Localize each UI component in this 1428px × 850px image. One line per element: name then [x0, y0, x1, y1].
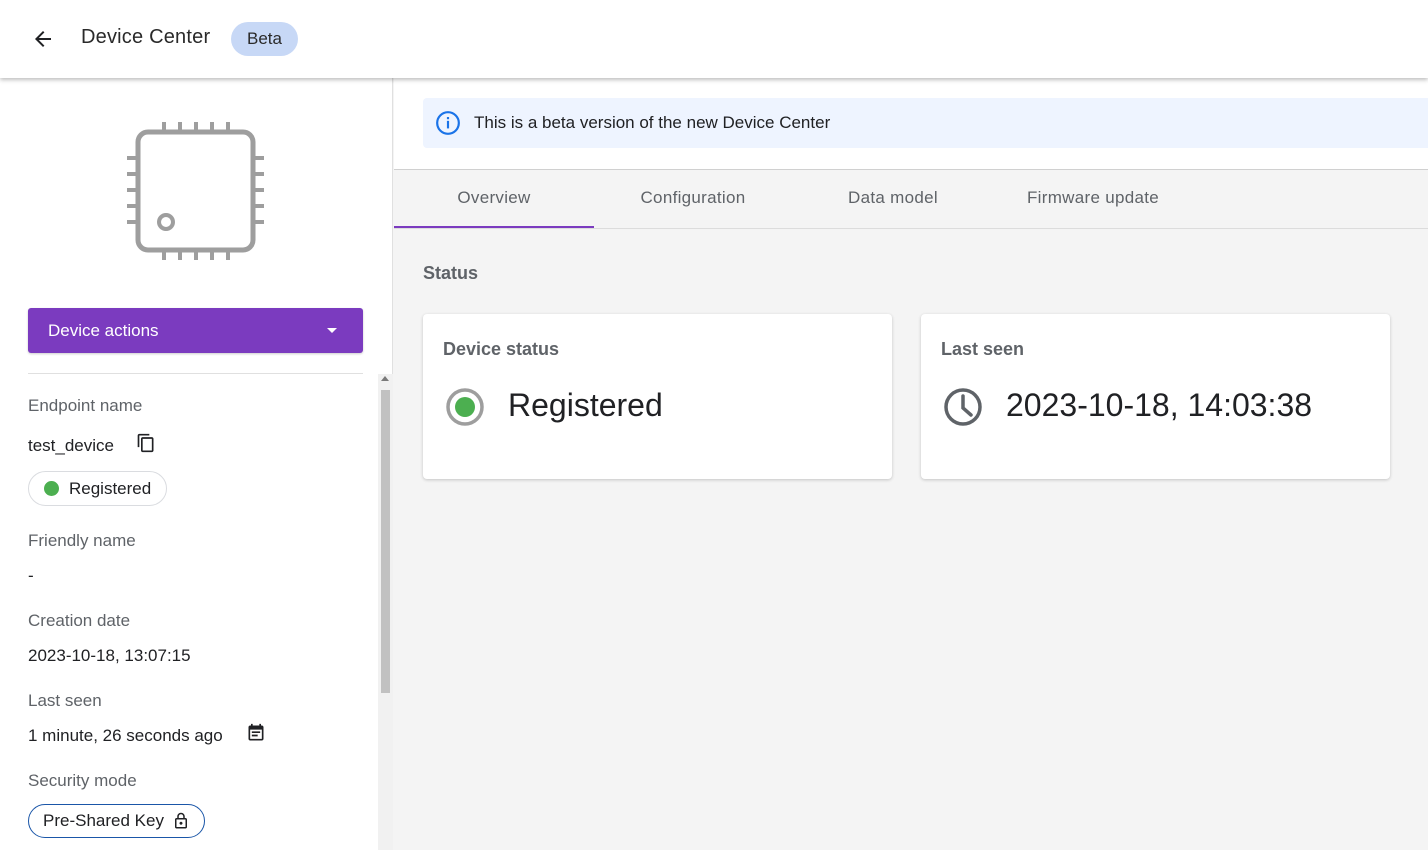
back-button[interactable] [26, 22, 60, 56]
lock-icon [174, 812, 187, 829]
scroll-thumb[interactable] [381, 390, 390, 693]
device-status-card: Device status Registered [423, 314, 892, 479]
tab-firmware-update[interactable]: Firmware update [993, 170, 1193, 228]
device-actions-label: Device actions [48, 320, 159, 340]
event-note-icon[interactable] [246, 723, 266, 743]
device-status-card-title: Device status [443, 339, 560, 359]
last-seen-card: Last seen 2023-10-18, 14:03:38 [921, 314, 1390, 479]
copy-icon[interactable] [136, 433, 156, 453]
status-badge: Registered [28, 471, 168, 506]
last-seen-value-large: 2023-10-18, 14:03:38 [1006, 387, 1313, 423]
tab-data-model[interactable]: Data model [793, 170, 993, 228]
info-band: This is a beta version of the new Device… [394, 78, 1428, 170]
device-actions-button[interactable]: Device actions [28, 308, 363, 353]
tab-bar: Overview Configuration Data model Firmwa… [394, 170, 1428, 229]
info-icon [436, 111, 460, 135]
creation-date-label: Creation date [28, 611, 131, 630]
clock-icon [944, 388, 982, 426]
last-seen-value: 1 minute, 26 seconds ago [28, 726, 223, 745]
radio-status-icon [446, 388, 484, 426]
friendly-name-value: - [28, 566, 34, 585]
creation-date-value: 2023-10-18, 13:07:15 [28, 646, 191, 665]
security-mode-badge: Pre-Shared Key [28, 804, 205, 838]
last-seen-card-title: Last seen [941, 339, 1025, 359]
security-mode-text: Pre-Shared Key [43, 811, 164, 830]
scroll-up-arrow-icon[interactable] [381, 376, 389, 381]
tab-configuration[interactable]: Configuration [593, 170, 793, 228]
device-sidebar: Device actions Endpoint name test_device… [0, 78, 393, 850]
sidebar-scrollbar[interactable] [378, 374, 393, 850]
chip-icon [127, 122, 264, 260]
endpoint-name-label: Endpoint name [28, 396, 143, 415]
tab-overview[interactable]: Overview [394, 170, 594, 228]
app-bar: Device Center Beta [0, 0, 1428, 78]
last-seen-label: Last seen [28, 691, 102, 710]
caret-down-icon [327, 328, 337, 333]
page-title: Device Center [81, 26, 211, 48]
security-mode-label: Security mode [28, 771, 137, 790]
device-status-value: Registered [508, 387, 663, 423]
friendly-name-label: Friendly name [28, 531, 136, 550]
endpoint-name-value: test_device [28, 436, 114, 455]
status-section-title: Status [423, 263, 479, 283]
device-details: Endpoint name test_device Registered Fri… [0, 374, 378, 850]
main-content: This is a beta version of the new Device… [394, 78, 1428, 850]
beta-badge: Beta [231, 22, 298, 56]
arrow-back-icon [35, 31, 51, 47]
banner-text: This is a beta version of the new Device… [474, 113, 831, 132]
status-text: Registered [69, 478, 152, 498]
beta-info-banner: This is a beta version of the new Device… [423, 98, 1428, 148]
status-dot-icon [44, 481, 59, 496]
